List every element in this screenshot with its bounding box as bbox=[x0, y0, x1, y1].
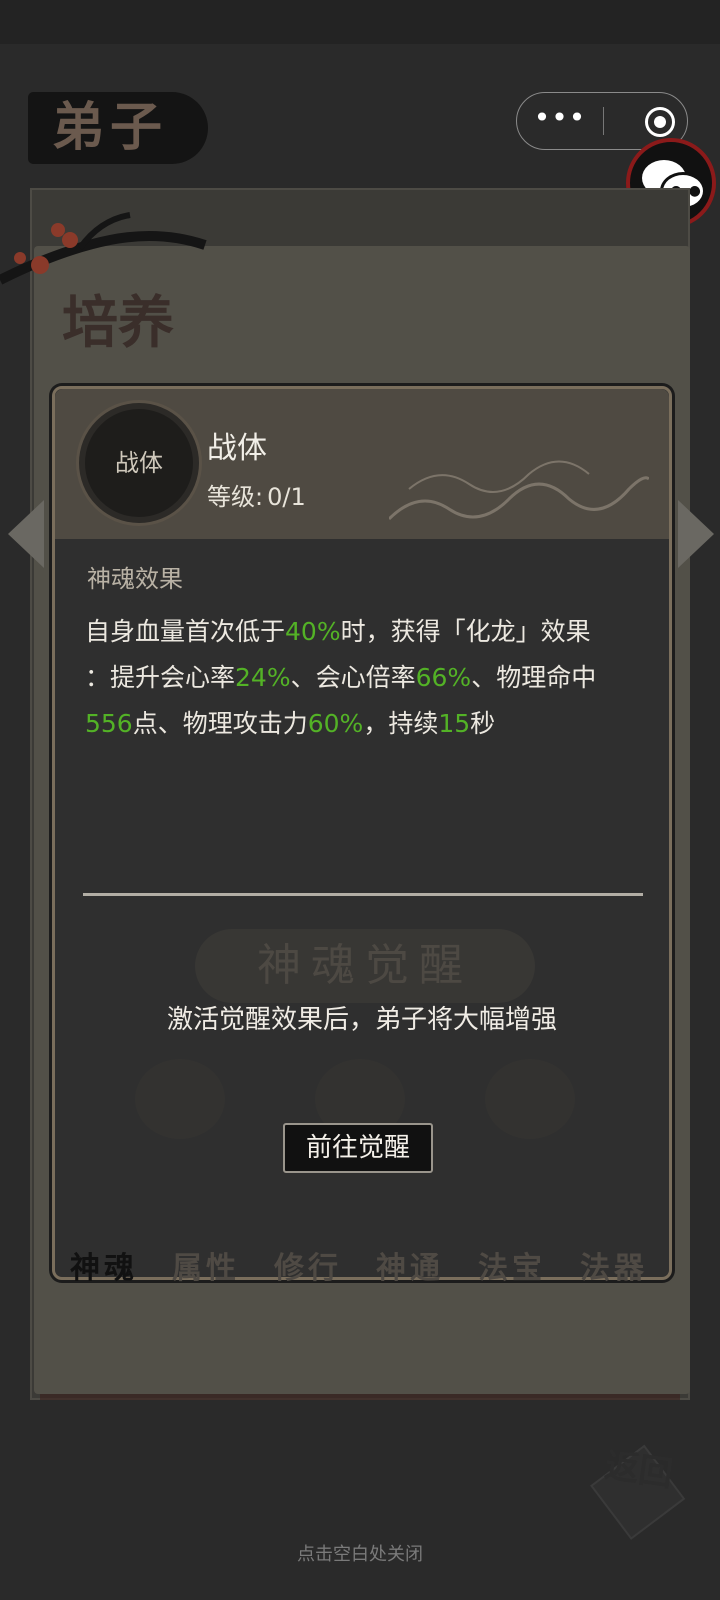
panel-title: 培养 bbox=[62, 290, 174, 356]
skill-header: 战体 战体 等级: 0/1 bbox=[55, 389, 669, 539]
skill-icon-label: 战体 bbox=[115, 449, 163, 477]
tab-cultivation[interactable]: 修行 bbox=[264, 1236, 352, 1302]
tab-artifact[interactable]: 法器 bbox=[570, 1236, 658, 1302]
tab-attributes[interactable]: 属性 bbox=[162, 1236, 250, 1302]
cloud-wave-decoration bbox=[389, 460, 649, 521]
previous-arrow-icon[interactable] bbox=[8, 500, 44, 568]
effect-section-label: 神魂效果 bbox=[87, 565, 183, 593]
awaken-slot-decoration bbox=[135, 1059, 225, 1139]
tab-abilities[interactable]: 神通 bbox=[366, 1236, 454, 1302]
back-button[interactable]: 返回 bbox=[580, 1434, 693, 1547]
effect-line-2: ：提升会心率24%、会心倍率66%、物理命中 bbox=[85, 663, 597, 692]
status-bar bbox=[0, 0, 720, 44]
skill-name: 战体 bbox=[207, 431, 267, 466]
close-miniprogram-icon[interactable] bbox=[645, 107, 675, 137]
effect-line-1: 自身血量首次低于40%时，获得「化龙」效果 bbox=[85, 617, 591, 646]
tab-treasure[interactable]: 法宝 bbox=[468, 1236, 556, 1302]
tab-shenhun[interactable]: 神魂 bbox=[60, 1236, 148, 1302]
effect-line-3: 556点、物理攻击力60%，持续15秒 bbox=[85, 709, 496, 738]
skill-level-value: 0/1 bbox=[267, 483, 306, 511]
capsule-divider bbox=[603, 107, 604, 135]
goto-awaken-button[interactable]: 前往觉醒 bbox=[283, 1123, 433, 1173]
skill-detail-dialog: 战体 战体 等级: 0/1 神魂效果 自身血量首次低于40%时，获得「化龙」效果 … bbox=[52, 386, 672, 1280]
awaken-slot-decoration bbox=[485, 1059, 575, 1139]
next-arrow-icon[interactable] bbox=[678, 500, 714, 568]
divider bbox=[83, 893, 643, 896]
skill-level-label: 等级: bbox=[207, 483, 264, 511]
close-hint[interactable]: 点击空白处关闭 bbox=[0, 1540, 720, 1566]
page-title: 弟子 bbox=[28, 92, 208, 164]
category-tabs: 神魂 属性 修行 神通 法宝 法器 bbox=[60, 1236, 680, 1316]
awaken-ink-title: 神魂觉醒 bbox=[195, 929, 535, 1003]
awaken-message: 激活觉醒效果后，弟子将大幅增强 bbox=[166, 1005, 557, 1035]
effect-description: 自身血量首次低于40%时，获得「化龙」效果 ：提升会心率24%、会心倍率66%、… bbox=[85, 609, 645, 747]
skill-level: 等级: 0/1 bbox=[207, 477, 306, 512]
more-menu-button[interactable]: ••• bbox=[517, 93, 603, 149]
skill-icon: 战体 bbox=[79, 403, 199, 523]
